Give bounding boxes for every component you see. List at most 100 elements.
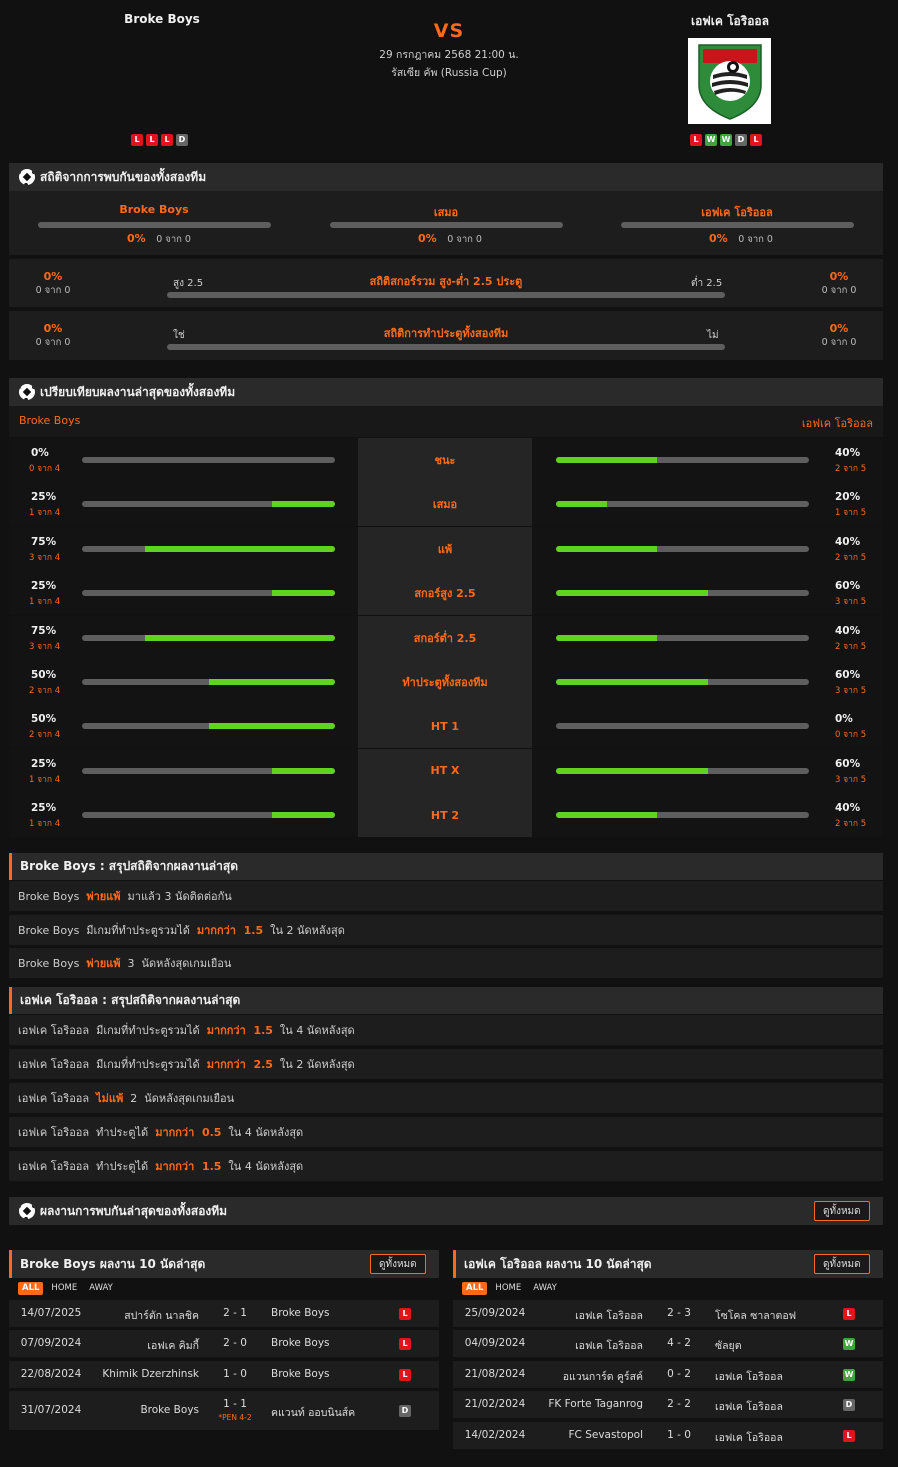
summary-row: เอฟเค โอริออล มีเกมที่ทำประตูรวมได้ มากก… [9, 1015, 883, 1045]
h2h-home-label: Broke Boys [119, 203, 189, 216]
match-home-team[interactable]: เอฟเค โอริออล [523, 1337, 643, 1354]
compare-right-cell: 60% 3 จาก 5 [532, 571, 883, 616]
match-home-team[interactable]: สปาร์ตัก นาลชิค [79, 1307, 199, 1324]
match-away-team[interactable]: ซัลยุต [715, 1337, 835, 1354]
match-penalty: *PEN 4-2 [218, 1413, 252, 1423]
home-summary-header: Broke Boys : สรุปสถิติจากผลงานล่าสุด [9, 853, 883, 880]
match-home-team[interactable]: Broke Boys [79, 1404, 199, 1416]
match-row[interactable]: 21/08/2024 อแวนการ์ด คูร์สค์ 0 - 2 เอฟเค โอ… [453, 1360, 883, 1388]
away-view-all-button[interactable]: ดูทั้งหมด [814, 1254, 870, 1274]
h2h-draw-stat: 0% 0 จาก 0 [418, 232, 482, 245]
ou-left-stat: 0% 0 จาก 0 [35, 270, 71, 296]
form-badge: L [690, 134, 702, 146]
home-count: 2 จาก 4 [29, 686, 61, 696]
away-bar [556, 590, 809, 597]
match-row[interactable]: 21/02/2024 FK Forte Taganrog 2 - 2 เอฟเค โอ… [453, 1391, 883, 1419]
summary-text: ใน 4 นัดหลังสุด [221, 1160, 304, 1173]
away-pct: 0% [835, 713, 853, 726]
match-away-team[interactable]: Broke Boys [271, 1337, 391, 1349]
away-results-tabs: ALL HOME AWAY [462, 1280, 561, 1296]
compare-left-cell: 50% 2 จาก 4 [9, 660, 358, 704]
summary-highlight: พ่ายแพ้ [86, 890, 121, 903]
tab-home[interactable]: HOME [47, 1282, 81, 1295]
home-bar [82, 457, 335, 463]
summary-row: เอฟเค โอริออล ทำประตูได้ มากกว่า 0.5 ใน … [9, 1117, 883, 1147]
tab-all[interactable]: ALL [18, 1281, 44, 1295]
match-score: 2 - 2 [667, 1398, 691, 1411]
away-bar-fill [556, 767, 708, 774]
summary-text: Broke Boys มีเกมที่ทำประตูรวมได้ [18, 923, 197, 937]
away-bar [556, 634, 809, 641]
match-score: 4 - 2 [667, 1337, 691, 1350]
compare-row: 75% 3 จาก 4 สกอร์ต่ำ 2.5 40% 2 จาก 5 [9, 615, 883, 660]
match-result-badge: D [399, 1405, 411, 1418]
away-team-name[interactable]: เอฟเค โอริออล [640, 12, 820, 31]
away-pct: 60% [835, 757, 861, 770]
away-bar-fill [556, 457, 658, 463]
ou-left-label: สูง 2.5 [173, 278, 204, 289]
compare-away-team[interactable]: เอฟเค โอริออล [802, 414, 873, 432]
away-pct: 40% [835, 447, 861, 459]
tab-away[interactable]: AWAY [529, 1282, 561, 1295]
match-away-team[interactable]: Broke Boys [271, 1307, 391, 1319]
match-score: 0 - 2 [667, 1367, 691, 1380]
summary-row: เอฟเค โอริออล มีเกมที่ทำประตูรวมได้ มากก… [9, 1049, 883, 1079]
home-pct: 50% [31, 713, 57, 726]
home-bar-fill [271, 501, 335, 508]
summary-text: ใน 4 นัดหลังสุด [221, 1126, 304, 1139]
away-count: 3 จาก 5 [835, 686, 867, 696]
home-results-tabs: ALL HOME AWAY [18, 1280, 117, 1296]
tab-home[interactable]: HOME [491, 1282, 525, 1295]
match-row[interactable]: 22/08/2024 Khimik Dzerzhinsk 1 - 0 Broke Bo… [9, 1360, 439, 1388]
match-away-team[interactable]: เอฟเค โอริออล [715, 1398, 835, 1415]
h2h-away-bar [621, 222, 854, 228]
match-home-team[interactable]: FC Sevastopol [523, 1429, 644, 1441]
match-row[interactable]: 14/07/2025 สปาร์ตัก นาลชิค 2 - 1 Broke Boys… [9, 1300, 439, 1327]
home-pct: 75% [31, 624, 57, 637]
match-home-team[interactable]: เอฟเค โอริออล [523, 1307, 643, 1324]
home-pct: 25% [31, 757, 57, 770]
h2h-home-stat: 0% 0 จาก 0 [127, 232, 191, 245]
tab-all[interactable]: ALL [462, 1281, 488, 1295]
compare-right-cell: 60% 3 จาก 5 [532, 660, 883, 704]
match-home-team[interactable]: เอฟเค คิมกี้ [79, 1337, 199, 1354]
match-home-team[interactable]: อแวนการ์ด คูร์สค์ [523, 1368, 643, 1385]
match-away-team[interactable]: เอฟเค โอริออล [715, 1368, 835, 1385]
compare-right-cell: 60% 3 จาก 5 [532, 748, 883, 793]
football-icon [19, 1203, 35, 1219]
match-home-team[interactable]: Khimik Dzerzhinsk [79, 1368, 199, 1380]
match-row[interactable]: 31/07/2024 Broke Boys 1 - 1 *PEN 4-2 คแวนท์ … [9, 1391, 439, 1431]
btts-right-stat: 0% 0 จาก 0 [821, 322, 857, 348]
compare-label: เสมอ [358, 482, 532, 527]
form-badge: L [750, 134, 762, 146]
match-away-team[interactable]: เอฟเค โอริออล [715, 1429, 835, 1446]
match-home-team[interactable]: FK Forte Taganrog [523, 1398, 643, 1410]
compare-left-cell: 25% 1 จาก 4 [9, 793, 358, 838]
h2h-away-label: เอฟเค โอริออล [701, 206, 773, 219]
compare-home-team[interactable]: Broke Boys [19, 414, 80, 427]
match-away-team[interactable]: โซโคล ซาลาตอฟ [715, 1307, 835, 1324]
summary-highlight: มากกว่า 0.5 [155, 1126, 222, 1139]
compare-left-cell: 50% 2 จาก 4 [9, 704, 358, 749]
compare-label: ชนะ [358, 438, 532, 482]
match-away-team[interactable]: คแวนท์ ออบนินส์ค [271, 1404, 391, 1421]
home-bar-fill [208, 723, 335, 730]
compare-row: 25% 1 จาก 4 สกอร์สูง 2.5 60% 3 จาก 5 [9, 571, 883, 616]
h2h-view-all-button[interactable]: ดูทั้งหมด [814, 1201, 870, 1221]
match-row[interactable]: 25/09/2024 เอฟเค โอริออล 2 - 3 โซโคล ซาลาตอ… [453, 1300, 883, 1327]
tab-away[interactable]: AWAY [85, 1282, 117, 1295]
away-bar [556, 457, 809, 463]
form-badge: D [176, 134, 188, 146]
match-away-team[interactable]: Broke Boys [271, 1368, 391, 1380]
match-row[interactable]: 04/09/2024 เอฟเค โอริออล 4 - 2 ซัลยุต W [453, 1330, 883, 1358]
compare-label: HT 2 [358, 793, 532, 838]
home-team-name[interactable]: Broke Boys [72, 12, 252, 26]
match-row[interactable]: 07/09/2024 เอฟเค คิมกี้ 2 - 0 Broke Boys L [9, 1330, 439, 1358]
home-view-all-button[interactable]: ดูทั้งหมด [370, 1254, 426, 1274]
away-team-logo[interactable] [688, 38, 771, 124]
compare-row: 50% 2 จาก 4 HT 1 0% 0 จาก 5 [9, 704, 883, 749]
h2h-results-title: ผลงานการพบกันล่าสุดของทั้งสองทีม [40, 1203, 228, 1218]
away-bar [556, 767, 809, 774]
compare-row: 25% 1 จาก 4 เสมอ 20% 1 จาก 5 [9, 482, 883, 527]
match-row[interactable]: 14/02/2024 FC Sevastopol 1 - 0 เอฟเค โอริออ… [453, 1421, 883, 1449]
